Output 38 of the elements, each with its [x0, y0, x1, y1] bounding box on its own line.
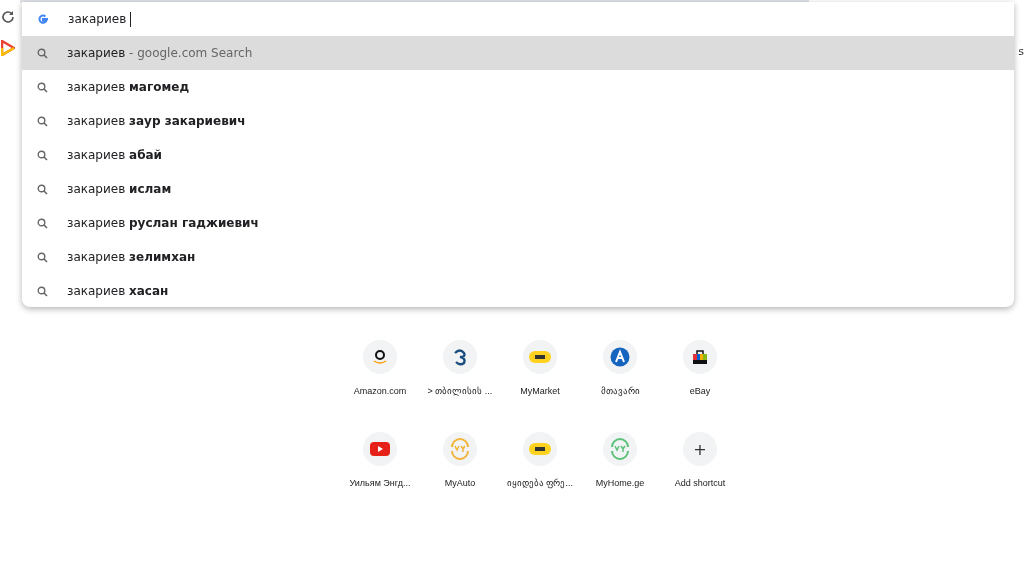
search-icon — [37, 81, 48, 93]
suggestion-item[interactable]: закариев магомед — [22, 70, 1014, 104]
play-icon — [370, 442, 390, 456]
suggestion-item[interactable]: закариев руслан гаджиевич — [22, 206, 1014, 240]
search-icon — [37, 183, 48, 195]
shortcut-tile[interactable]: > თბილისის ... — [420, 338, 500, 410]
shortcut-tile[interactable]: MyAuto — [420, 430, 500, 502]
circle-icon — [610, 347, 630, 367]
search-field[interactable]: закариев — [68, 11, 132, 27]
shortcut-tile[interactable]: + Add shortcut — [660, 430, 740, 502]
google-icon — [37, 13, 49, 25]
bag-icon — [691, 348, 709, 366]
pill-icon — [529, 350, 551, 364]
shortcut-tile[interactable]: MyHome.ge — [580, 430, 660, 502]
search-icon — [37, 285, 48, 297]
ring-icon — [449, 438, 471, 460]
search-icon — [37, 217, 48, 229]
shortcut-tile[interactable]: Amazon.com — [340, 338, 420, 410]
suggestion-item[interactable]: закариев хасан — [22, 274, 1014, 308]
shortcut-tile[interactable]: MyMarket — [500, 338, 580, 410]
shortcut-tile[interactable]: eBay — [660, 338, 740, 410]
pill-icon — [529, 442, 551, 456]
add-icon: + — [693, 439, 707, 459]
search-icon — [37, 115, 48, 127]
ring-icon — [609, 438, 631, 460]
suggestion-item[interactable]: закариев ислам — [22, 172, 1014, 206]
shortcut-tile[interactable]: მთავარი — [580, 338, 660, 410]
suggestion-item[interactable]: закариев - google.com Search — [22, 36, 1014, 70]
play-icon[interactable] — [1, 40, 15, 56]
shortcut-tile[interactable]: იყიდება ფრე... — [500, 430, 580, 502]
search-icon — [37, 47, 48, 59]
shortcut-tile[interactable]: Уильям Энгд... — [340, 430, 420, 502]
suggestion-item[interactable]: закариев зелимхан — [22, 240, 1014, 274]
suggestion-item[interactable]: закариев заур закариевич — [22, 104, 1014, 138]
search-icon — [37, 149, 48, 161]
suggestion-item[interactable]: закариев абай — [22, 138, 1014, 172]
reload-icon[interactable] — [1, 10, 15, 24]
search-icon — [37, 251, 48, 263]
